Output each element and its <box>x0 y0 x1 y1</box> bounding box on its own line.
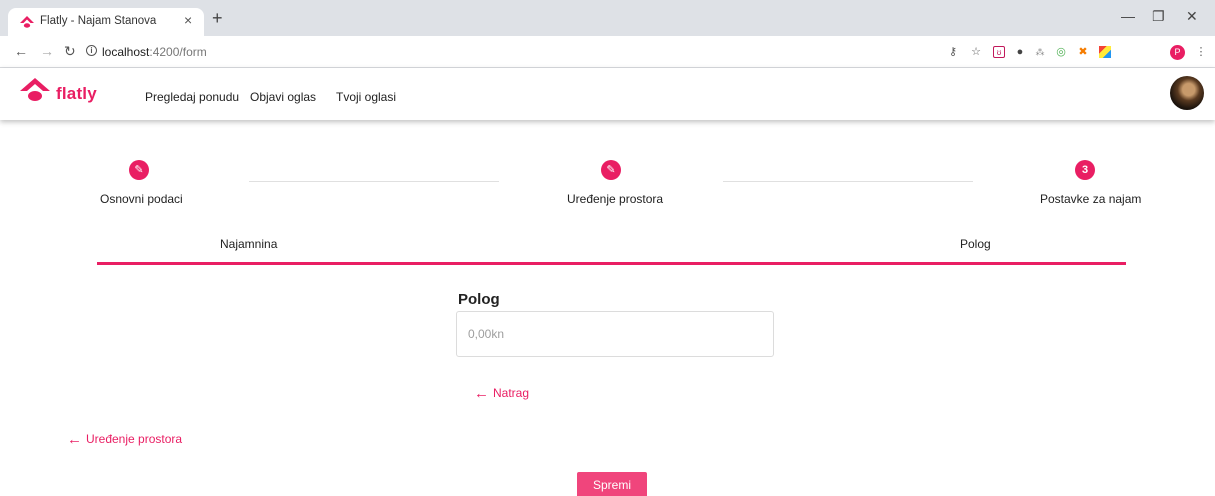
browser-tabstrip: Flatly - Najam Stanova × + — ❐ ✕ <box>0 0 1215 36</box>
reload-icon[interactable]: ↻ <box>64 43 76 60</box>
profile-avatar[interactable]: P <box>1170 45 1185 60</box>
vue-extension-icon[interactable]: ◎ <box>1055 46 1067 58</box>
address-bar[interactable]: localhost:4200/form <box>102 45 207 59</box>
step-2-edit-icon[interactable]: ✎ <box>601 160 621 180</box>
forward-arrow-icon[interactable]: → <box>40 43 54 59</box>
restore-button[interactable]: ❐ <box>1152 8 1165 25</box>
step-connector <box>723 181 973 182</box>
save-button[interactable]: Spremi <box>577 472 647 496</box>
minimize-button[interactable]: — <box>1121 8 1135 24</box>
url-host: localhost <box>102 45 150 59</box>
step-connector <box>249 181 499 182</box>
browser-tab[interactable]: Flatly - Najam Stanova × <box>8 8 204 36</box>
previous-step-label: Uređenje prostora <box>86 432 183 446</box>
bookmark-star-icon[interactable]: ☆ <box>970 46 982 58</box>
key-icon[interactable]: ⚷ <box>947 46 959 58</box>
arrow-left-icon: ← <box>474 385 489 402</box>
flatly-favicon-icon <box>20 16 34 28</box>
step-1-label[interactable]: Osnovni podaci <box>100 192 183 206</box>
extension-icon[interactable]: ⁂ <box>1034 46 1046 58</box>
subtab-najamnina[interactable]: Najamnina <box>220 237 277 251</box>
step-3-number-icon[interactable]: 3 <box>1075 160 1095 180</box>
nav-tvoji-oglasi[interactable]: Tvoji oglasi <box>336 90 396 104</box>
step-1-edit-icon[interactable]: ✎ <box>129 160 149 180</box>
nav-objavi-oglas[interactable]: Objavi oglas <box>250 90 316 104</box>
ublock-extension-icon[interactable]: ʊ <box>993 46 1005 58</box>
tab-indicator <box>97 262 1126 265</box>
info-icon[interactable]: i <box>86 45 97 56</box>
menu-dots-icon[interactable]: ⋮ <box>1195 46 1207 58</box>
brand-name[interactable]: flatly <box>56 84 97 104</box>
url-path: :4200/form <box>149 45 207 59</box>
new-tab-button[interactable]: + <box>212 9 223 27</box>
user-avatar[interactable] <box>1170 76 1204 110</box>
back-button[interactable]: ← Natrag <box>474 385 529 402</box>
nav-pregledaj-ponudu[interactable]: Pregledaj ponudu <box>145 90 239 104</box>
close-window-button[interactable]: ✕ <box>1186 8 1198 25</box>
color-extension-icon[interactable] <box>1099 46 1111 58</box>
polog-input[interactable] <box>456 311 774 357</box>
flatly-logo-icon[interactable] <box>20 78 50 102</box>
polog-field-label: Polog <box>458 291 500 308</box>
browser-toolbar: ← → ↻ i localhost:4200/form ⚷ ☆ ʊ ● ⁂ ◎ … <box>0 36 1215 68</box>
pin-extension-icon[interactable]: ● <box>1014 46 1026 58</box>
arrow-left-icon: ← <box>67 431 82 448</box>
tab-close-icon[interactable]: × <box>184 12 192 28</box>
step-3-label[interactable]: Postavke za najam <box>1040 192 1141 206</box>
subtab-polog[interactable]: Polog <box>960 237 991 251</box>
fox-extension-icon[interactable]: ✖ <box>1077 46 1089 58</box>
back-button-label: Natrag <box>493 386 530 400</box>
previous-step-button[interactable]: ← Uređenje prostora <box>67 431 182 448</box>
back-arrow-icon[interactable]: ← <box>14 43 28 59</box>
tab-title: Flatly - Najam Stanova <box>40 15 157 27</box>
step-2-label[interactable]: Uređenje prostora <box>567 192 663 206</box>
app-header: flatly Pregledaj ponudu Objavi oglas Tvo… <box>0 68 1215 120</box>
